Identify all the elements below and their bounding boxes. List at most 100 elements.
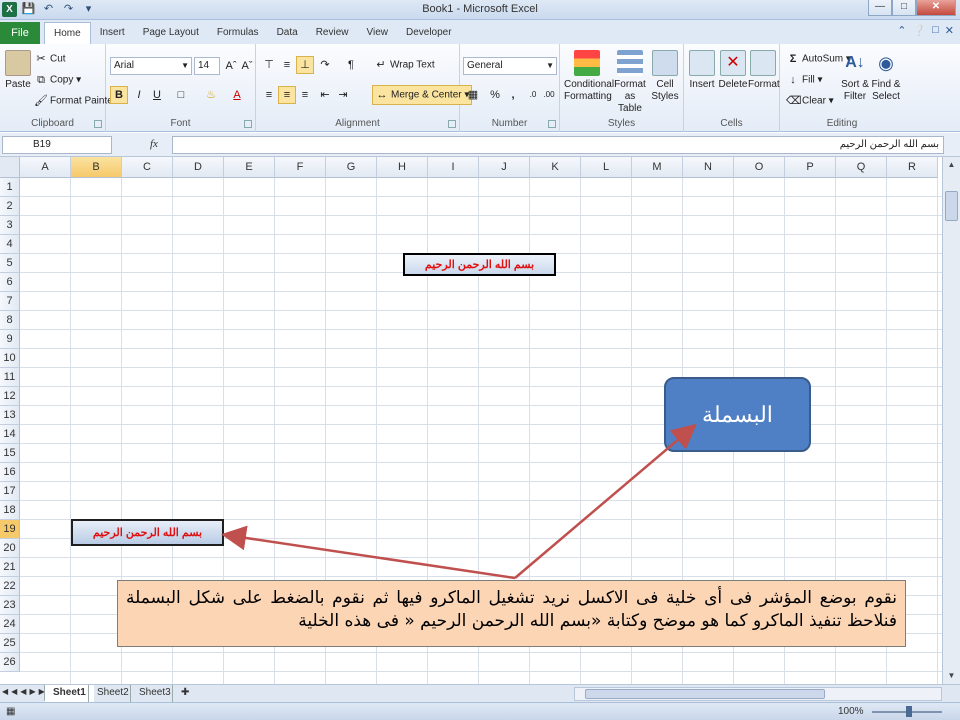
format-cells-button[interactable]: Format (748, 50, 780, 91)
column-header-o[interactable]: O (734, 157, 785, 178)
bismillah-macro-shape[interactable]: البسملة (664, 377, 811, 452)
align-left-icon[interactable]: ≡ (260, 86, 278, 104)
macro-record-icon[interactable]: ▦ (6, 706, 15, 717)
scroll-up-icon[interactable]: ▲ (943, 157, 960, 173)
cell-b19[interactable]: بسم الله الرحمن الرحيم (71, 519, 224, 546)
align-middle-icon[interactable]: ≡ (278, 56, 296, 74)
merge-center-button[interactable]: ↔ Merge & Center ▾ (372, 85, 473, 105)
increase-indent-icon[interactable]: ⇥ (334, 86, 352, 104)
column-header-i[interactable]: I (428, 157, 479, 178)
shrink-font-button[interactable]: Aˇ (238, 57, 256, 75)
font-launcher[interactable] (244, 120, 252, 128)
insert-function-icon[interactable]: fx (150, 138, 158, 150)
text-direction-icon[interactable]: ¶ (342, 56, 360, 74)
horizontal-scroll-thumb[interactable] (585, 689, 825, 699)
vertical-scroll-thumb[interactable] (945, 191, 958, 221)
format-as-table-button[interactable]: Format as Table (612, 50, 648, 115)
format-painter-button[interactable]: 🖌 Format Painter (34, 94, 116, 108)
restore-icon[interactable]: □ (932, 24, 939, 37)
percent-button[interactable]: % (486, 86, 504, 104)
tab-developer[interactable]: Developer (397, 22, 461, 44)
decrease-decimal-icon[interactable]: .00 (540, 86, 558, 104)
insert-cells-button[interactable]: Insert (688, 50, 716, 91)
zoom-slider-thumb[interactable] (906, 706, 912, 717)
decrease-indent-icon[interactable]: ⇤ (316, 86, 334, 104)
font-color-icon[interactable]: A (228, 86, 246, 104)
row-header-12[interactable]: 12 (0, 387, 20, 406)
row-header-25[interactable]: 25 (0, 634, 20, 653)
copy-button[interactable]: ⧉ Copy ▾ (34, 73, 81, 87)
scroll-down-icon[interactable]: ▼ (943, 668, 960, 684)
column-header-l[interactable]: L (581, 157, 632, 178)
vertical-scrollbar[interactable]: ▲ ▼ (942, 157, 960, 684)
column-header-a[interactable]: A (20, 157, 71, 178)
tab-home[interactable]: Home (44, 22, 91, 45)
column-header-f[interactable]: F (275, 157, 326, 178)
cut-button[interactable]: ✂ Cut (34, 52, 65, 66)
tab-insert[interactable]: Insert (91, 22, 134, 44)
column-header-m[interactable]: M (632, 157, 683, 178)
align-right-icon[interactable]: ≡ (296, 86, 314, 104)
sheet-tab-1[interactable]: Sheet1 (44, 685, 94, 702)
find-select-button[interactable]: ◉ Find & Select (870, 50, 902, 103)
font-name-select[interactable]: Arial ▼ (110, 57, 192, 75)
row-header-24[interactable]: 24 (0, 615, 20, 634)
column-header-c[interactable]: C (122, 157, 173, 178)
row-header-11[interactable]: 11 (0, 368, 20, 387)
row-header-5[interactable]: 5 (0, 254, 20, 273)
clipboard-launcher[interactable] (94, 120, 102, 128)
underline-button[interactable]: U (148, 86, 166, 104)
row-header-15[interactable]: 15 (0, 444, 20, 463)
formula-input[interactable]: بسم الله الرحمن الرحيم (172, 136, 944, 154)
tab-review[interactable]: Review (307, 22, 358, 44)
row-header-23[interactable]: 23 (0, 596, 20, 615)
currency-icon[interactable]: ▦ (464, 86, 482, 104)
column-header-h[interactable]: H (377, 157, 428, 178)
italic-button[interactable]: I (130, 86, 148, 104)
column-header-k[interactable]: K (530, 157, 581, 178)
align-center-icon[interactable]: ≡ (278, 86, 296, 104)
row-header-20[interactable]: 20 (0, 539, 20, 558)
column-header-q[interactable]: Q (836, 157, 887, 178)
wrap-text-button[interactable]: ↵ Wrap Text (374, 58, 434, 72)
tab-file[interactable]: File (0, 22, 40, 44)
row-header-1[interactable]: 1 (0, 178, 20, 197)
help-icon[interactable]: ❔ (912, 24, 926, 37)
number-launcher[interactable] (548, 120, 556, 128)
clear-button[interactable]: ⌫Clear ▾ (786, 94, 834, 108)
cell-i5[interactable]: بسم الله الرحمن الرحيم (403, 253, 556, 276)
row-header-4[interactable]: 4 (0, 235, 20, 254)
row-header-22[interactable]: 22 (0, 577, 20, 596)
column-header-e[interactable]: E (224, 157, 275, 178)
column-header-j[interactable]: J (479, 157, 530, 178)
column-header-g[interactable]: G (326, 157, 377, 178)
row-header-13[interactable]: 13 (0, 406, 20, 425)
column-header-d[interactable]: D (173, 157, 224, 178)
row-header-18[interactable]: 18 (0, 501, 20, 520)
maximize-button[interactable]: □ (892, 0, 916, 16)
align-bottom-icon[interactable]: ⊥ (296, 56, 314, 74)
row-header-14[interactable]: 14 (0, 425, 20, 444)
bold-button[interactable]: B (110, 86, 128, 104)
row-header-21[interactable]: 21 (0, 558, 20, 577)
row-header-8[interactable]: 8 (0, 311, 20, 330)
select-all-button[interactable] (0, 157, 20, 178)
row-header-10[interactable]: 10 (0, 349, 20, 368)
row-header-17[interactable]: 17 (0, 482, 20, 501)
delete-cells-button[interactable]: ✕ Delete (718, 50, 748, 91)
minimize-button[interactable]: — (868, 0, 892, 16)
borders-icon[interactable]: □ (172, 86, 190, 104)
alignment-launcher[interactable] (448, 120, 456, 128)
close-workbook-icon[interactable]: ✕ (945, 24, 954, 37)
sort-filter-button[interactable]: A↓ Sort & Filter (840, 50, 870, 103)
orientation-icon[interactable]: ↷ (316, 56, 334, 74)
font-size-select[interactable]: 14 (194, 57, 220, 75)
row-header-26[interactable]: 26 (0, 653, 20, 672)
zoom-level[interactable]: 100% (838, 706, 864, 717)
close-button[interactable]: ✕ (916, 0, 956, 16)
name-box[interactable]: B19 (2, 136, 112, 154)
fill-button[interactable]: ↓ Fill ▾ (786, 73, 822, 87)
row-header-6[interactable]: 6 (0, 273, 20, 292)
conditional-formatting-button[interactable]: Conditional Formatting (564, 50, 614, 103)
row-header-9[interactable]: 9 (0, 330, 20, 349)
